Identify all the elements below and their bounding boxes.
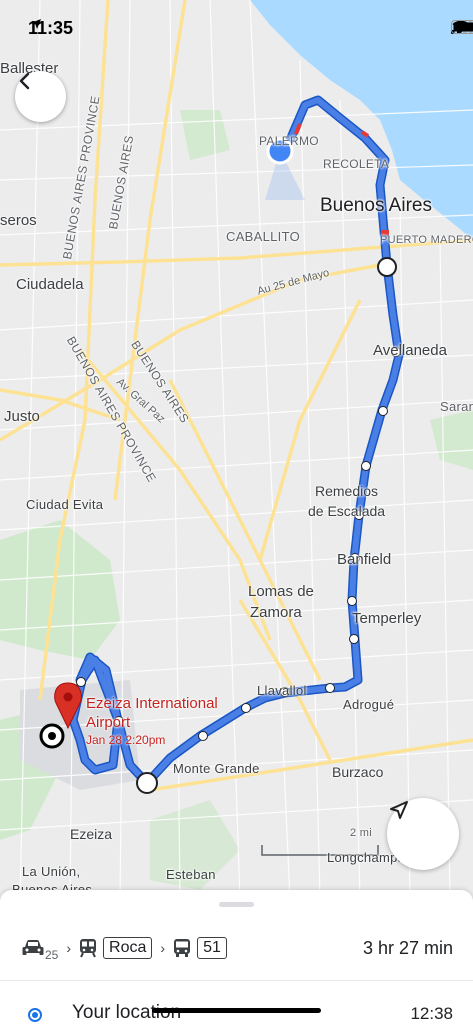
label-sarand: Sarand [440,399,473,414]
label-monte-grande: Monte Grande [173,761,260,776]
back-arrow-icon [19,72,30,90]
destination-arrival-time: Jan 28 2:20pm [86,733,166,747]
origin-dot-icon [28,1008,42,1022]
label-adrogue: Adrogué [343,697,395,712]
park-area [180,110,230,160]
bus-line-badge: 51 [197,937,227,959]
stop-adrogue [325,683,335,693]
drive-step: 25 [22,934,58,962]
label-remedios: Remedios [315,483,379,499]
label-caballito: CABALLITO [226,229,300,244]
label-ciudadela: Ciudadela [16,276,84,293]
stop-temperley [349,634,359,644]
stop [241,703,251,713]
label-seros: seros [0,212,37,229]
home-indicator [152,1008,321,1013]
stop [361,461,371,471]
label-la-union: La Unión, [22,864,81,879]
label-zamora: Zamora [250,604,302,621]
label-banfield: Banfield [337,551,392,568]
label-esteban: Esteban [166,867,216,882]
status-time: 11:35 [28,18,74,38]
label-recoleta: RECOLETA [323,157,390,171]
trip-duration: 3 hr 27 min [362,937,453,958]
route-bottom-sheet[interactable]: 25 › Roca › 51 3 hr 27 min Your location… [0,890,473,1024]
back-button[interactable] [15,71,66,122]
car-icon [22,940,44,955]
origin-departure-time: 12:38 [410,1004,453,1023]
label-lomas-de: Lomas de [248,583,314,600]
park-area [430,410,473,470]
location-arrow-icon [31,19,41,29]
sheet-drag-handle[interactable] [219,902,254,907]
label-temperley: Temperley [352,610,422,627]
origin-label: Your location [72,1002,182,1023]
label-ezeiza: Ezeiza [70,826,113,842]
stop [76,677,86,687]
label-escalada: de Escalada [308,503,386,519]
divider [0,980,473,981]
map-view[interactable]: Ballester PALERMO RECOLETA Buenos Aires … [0,0,473,900]
navigation-arrow-icon [390,801,408,819]
label-avellaneda: Avellaneda [373,342,447,359]
destination-name[interactable]: Ezeiza International Airport [86,694,218,732]
train-line-badge: Roca [103,937,153,959]
label-buenos-aires: Buenos Aires [320,195,432,216]
label-palermo: PALERMO [259,134,319,148]
bus-icon [174,939,191,957]
label-llavallol: Llavallol [257,683,307,698]
route-summary-row[interactable]: 25 › Roca › 51 3 hr 27 min [0,918,473,978]
stop [198,731,208,741]
label-ciudad-evita: Ciudad Evita [26,497,104,512]
stop [347,596,357,606]
bus-step: 51 [173,937,227,959]
recenter-button[interactable] [387,798,459,870]
label-burzaco: Burzaco [332,764,384,780]
label-scale: 2 mi [350,827,372,839]
status-bar: 11:35 [0,0,473,58]
transfer-constitucion [377,257,397,277]
stop [378,406,388,416]
label-justo: Justo [4,408,40,425]
drive-minutes: 25 [45,948,59,962]
chevron-right-icon: › [160,940,166,956]
chevron-right-icon: › [66,940,72,956]
transfer-monte-grande [136,772,158,794]
train-step: Roca [79,937,153,959]
train-icon [80,939,97,958]
battery-icon [451,20,473,34]
label-puerto-madero: PUERTO MADERO [380,234,473,246]
